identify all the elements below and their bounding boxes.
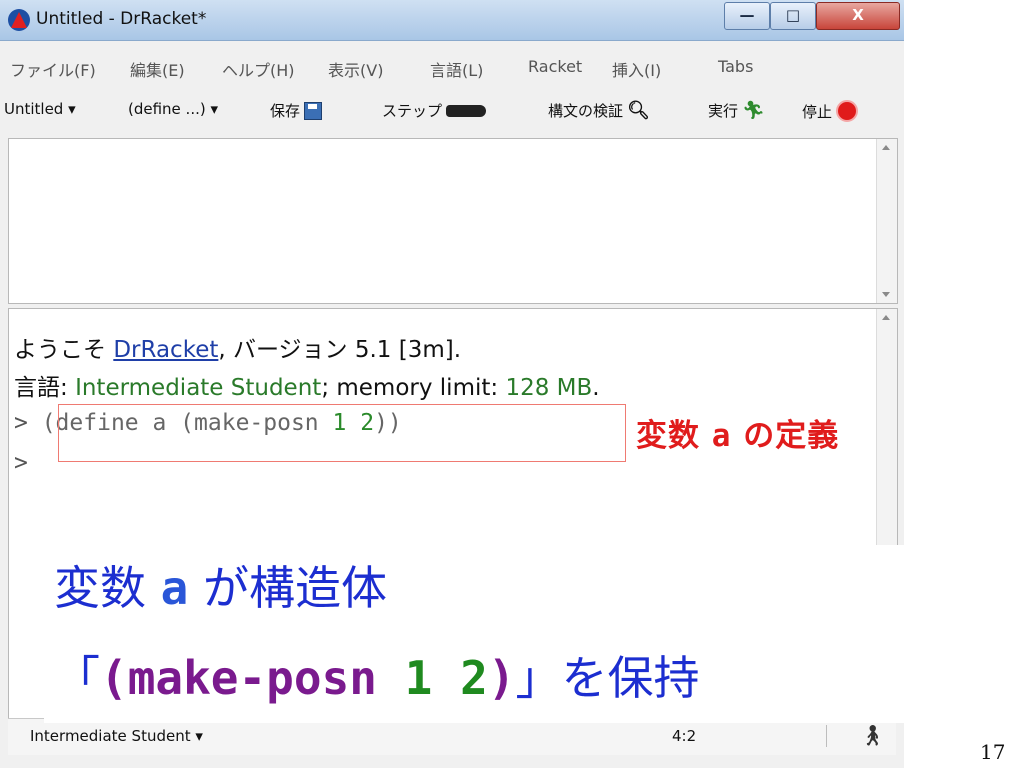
caption2-num-space	[432, 651, 460, 705]
caption2-num-2: 2	[460, 651, 488, 705]
caption2-open: 「	[54, 651, 100, 705]
lang-mid: ; memory limit:	[321, 375, 506, 401]
title-bar[interactable]: Untitled - DrRacket* — □ X	[0, 0, 904, 41]
status-divider	[826, 725, 827, 747]
menu-edit[interactable]: 編集(E)	[130, 57, 185, 81]
save-button[interactable]: 保存	[270, 100, 323, 121]
memory-value: 128 MB	[505, 375, 593, 401]
caption2-close: 」を保持	[515, 651, 700, 705]
window-title: Untitled - DrRacket*	[36, 9, 207, 29]
menu-insert[interactable]: 挿入(I)	[612, 57, 661, 81]
prompt-symbol: >	[14, 450, 28, 476]
drracket-logo-icon	[8, 9, 30, 31]
floppy-disk-icon	[304, 101, 323, 120]
annotation-suffix: の定義	[731, 418, 840, 454]
stop-button[interactable]: 停止	[802, 100, 859, 122]
variable-definition-annotation: 変数 a の定義	[636, 410, 839, 455]
caption2-function: make-posn	[127, 651, 405, 705]
annotation-var: a	[711, 418, 732, 454]
prompt-symbol: >	[14, 410, 28, 436]
run-button[interactable]: 実行 🏃︎	[708, 100, 765, 121]
menu-tabs[interactable]: Tabs	[718, 57, 753, 76]
caption2-num-1: 1	[404, 651, 433, 705]
welcome-prefix: ようこそ	[14, 337, 114, 363]
lang-end: .	[592, 375, 600, 401]
slide-caption-line-2: 「(make-posn 1 2)」を保持	[54, 642, 699, 708]
scroll-up-arrow-icon[interactable]	[882, 315, 890, 320]
save-label: 保存	[270, 102, 301, 120]
menu-file[interactable]: ファイル(F)	[10, 57, 96, 81]
language-link[interactable]: Intermediate Student	[75, 375, 321, 401]
toolbar: Untitled ▾ (define ...) ▾ 保存 ステップ 構文の検証 …	[0, 96, 904, 130]
step-label: ステップ	[382, 102, 443, 120]
scroll-down-arrow-icon[interactable]	[882, 292, 890, 297]
caption2-paren-open: (	[100, 651, 128, 705]
stop-label: 停止	[802, 102, 833, 121]
caption2-paren-close: )	[487, 651, 516, 705]
welcome-line: ようこそ DrRacket, バージョン 5.1 [3m].	[14, 330, 461, 364]
code-highlight-box	[58, 404, 626, 462]
scroll-up-arrow-icon[interactable]	[882, 145, 890, 150]
definitions-scrollbar[interactable]	[876, 139, 897, 303]
definitions-pane[interactable]	[8, 138, 898, 304]
menu-help[interactable]: ヘルプ(H)	[222, 57, 295, 81]
drracket-link[interactable]: DrRacket	[113, 337, 218, 363]
check-syntax-label: 構文の検証	[548, 102, 624, 120]
check-syntax-button[interactable]: 構文の検証 🔍︎	[548, 100, 650, 121]
runner-icon: 🏃︎	[742, 100, 765, 121]
menu-bar: ファイル(F) 編集(E) ヘルプ(H) 表示(V) 言語(L) Racket …	[0, 52, 904, 82]
maximize-button[interactable]: □	[770, 2, 816, 30]
caption1-suffix: が構造体	[188, 561, 387, 615]
footprint-icon	[446, 104, 487, 117]
cursor-position: 4:2	[672, 727, 697, 745]
step-button[interactable]: ステップ	[382, 100, 487, 121]
welcome-suffix: , バージョン 5.1 [3m].	[218, 337, 462, 363]
menu-racket[interactable]: Racket	[528, 57, 582, 76]
repl-prompt-line[interactable]: >	[14, 450, 28, 476]
caption1-var: a	[160, 561, 189, 615]
menu-language[interactable]: 言語(L)	[430, 57, 483, 81]
slide-page-number: 17	[980, 740, 1006, 764]
language-selector[interactable]: Intermediate Student ▾	[30, 727, 203, 745]
slide-caption-line-1: 変数 a が構造体	[54, 552, 387, 618]
define-dropdown[interactable]: (define ...) ▾	[128, 100, 218, 118]
language-line: 言語: Intermediate Student; memory limit: …	[14, 368, 600, 402]
close-button[interactable]: X	[816, 2, 900, 30]
annotation-prefix: 変数	[636, 418, 712, 454]
status-bar: Intermediate Student ▾ 4:2 🚶︎	[8, 718, 896, 755]
magnifier-icon: 🔍︎	[627, 100, 650, 121]
minimize-button[interactable]: —	[724, 2, 770, 30]
lang-prefix: 言語:	[14, 375, 76, 401]
menu-view[interactable]: 表示(V)	[328, 57, 383, 81]
run-label: 実行	[708, 102, 739, 120]
file-dropdown[interactable]: Untitled ▾	[4, 100, 76, 118]
caption1-prefix: 変数	[54, 561, 161, 615]
walker-icon: 🚶︎	[860, 723, 886, 747]
stop-circle-icon	[836, 100, 859, 122]
